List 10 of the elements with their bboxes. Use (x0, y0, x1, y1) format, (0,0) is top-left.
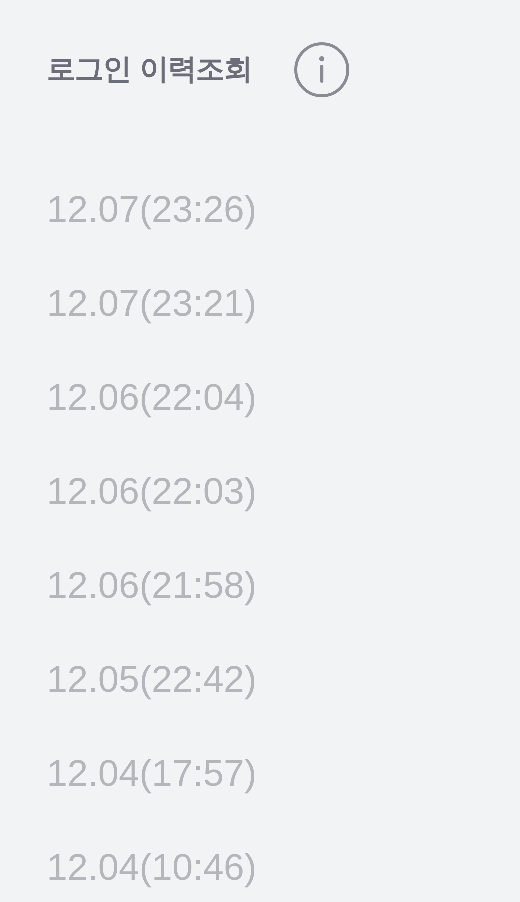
info-icon[interactable] (294, 42, 350, 98)
login-time: 12.06(22:03) (47, 473, 258, 511)
login-time: 12.06(22:04) (47, 379, 258, 417)
login-time: 12.07(23:21) (47, 285, 258, 323)
login-time: 12.04(17:57) (47, 755, 258, 793)
login-time: 12.05(22:42) (47, 661, 258, 699)
login-time: 12.06(21:58) (47, 567, 258, 605)
page-title: 로그인 이력조회 (47, 51, 252, 88)
login-time: 12.04(10:46) (47, 849, 258, 887)
login-time: 12.07(23:26) (47, 191, 258, 229)
